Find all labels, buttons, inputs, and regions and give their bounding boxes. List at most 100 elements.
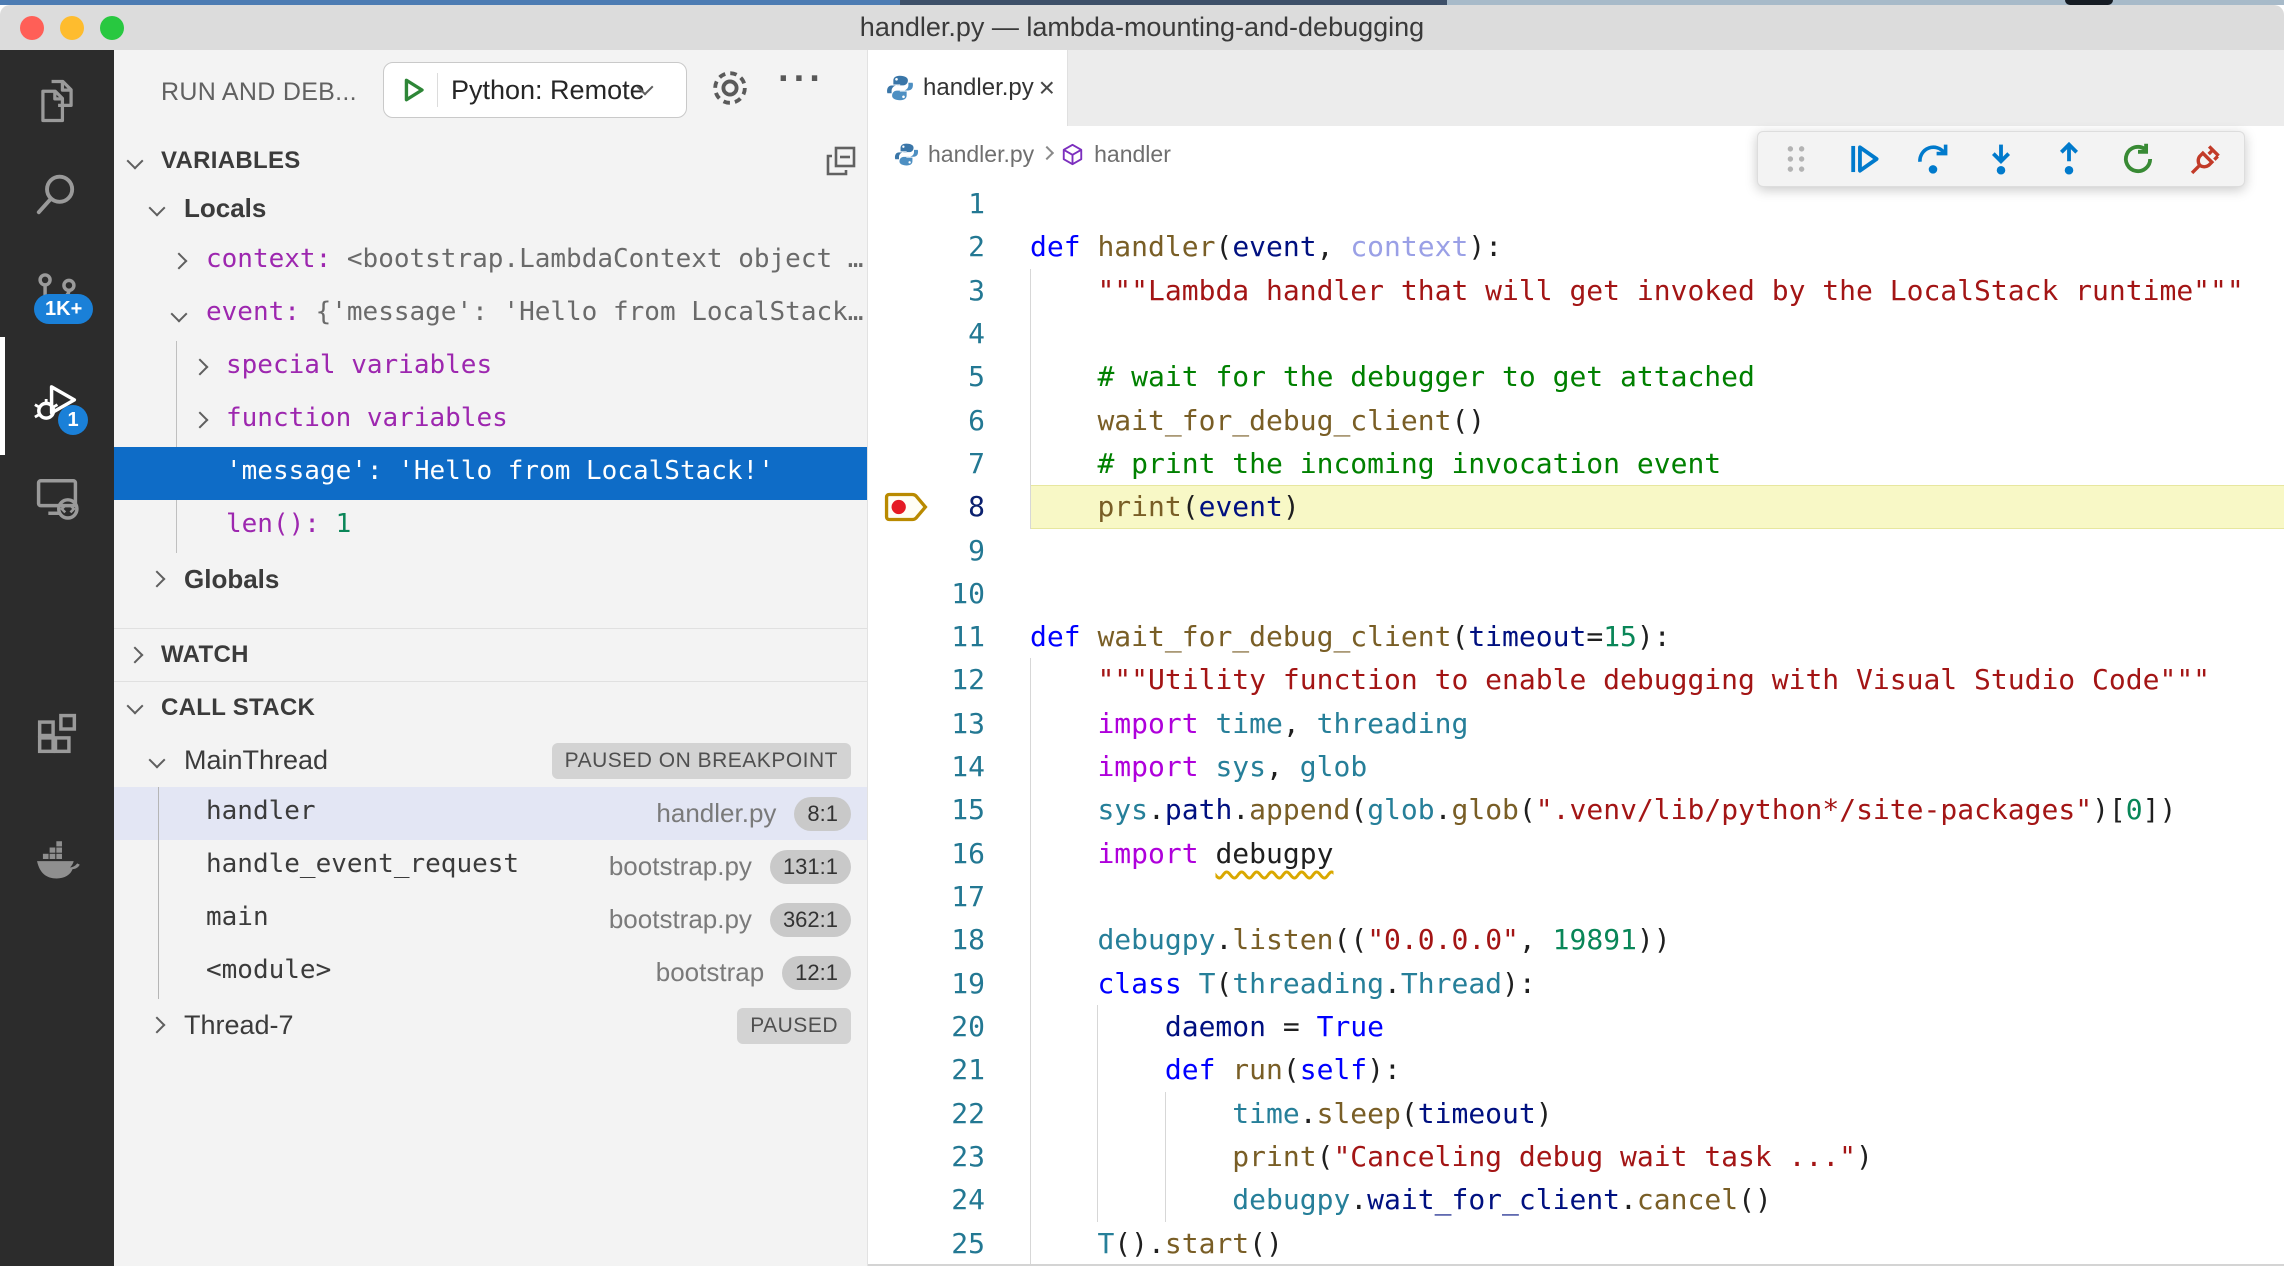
editor-gutter[interactable]: 8	[868, 485, 1030, 528]
stack-frame-row[interactable]: handle_event_requestbootstrap.py131:1	[114, 840, 867, 893]
editor-gutter[interactable]: 1	[868, 182, 1030, 225]
code-editor[interactable]: 12def handler(event, context):3 """Lambd…	[868, 182, 2284, 1266]
code-line-content[interactable]: import debugpy	[1030, 832, 2284, 875]
editor-gutter[interactable]: 21	[868, 1048, 1030, 1091]
editor-gutter[interactable]: 11	[868, 615, 1030, 658]
drag-handle-icon[interactable]	[1778, 141, 1814, 177]
editor-gutter[interactable]: 14	[868, 745, 1030, 788]
editor-gutter[interactable]: 6	[868, 399, 1030, 442]
variable-row[interactable]: Locals	[114, 182, 867, 235]
breakpoint-current-line-icon[interactable]	[884, 489, 930, 525]
variable-row[interactable]: Globals	[114, 553, 867, 606]
variables-section-header[interactable]: VARIABLES	[114, 140, 867, 182]
close-tab-icon[interactable]: ×	[1039, 74, 1055, 102]
code-line[interactable]: 15 sys.path.append(glob.glob(".venv/lib/…	[868, 788, 2284, 831]
code-line[interactable]: 21 def run(self):	[868, 1048, 2284, 1091]
code-line-content[interactable]: import sys, glob	[1030, 745, 2284, 788]
code-line-content[interactable]: daemon = True	[1030, 1005, 2284, 1048]
code-line-content[interactable]: # wait for the debugger to get attached	[1030, 355, 2284, 398]
editor-gutter[interactable]: 7	[868, 442, 1030, 485]
code-line-content[interactable]: time.sleep(timeout)	[1030, 1092, 2284, 1135]
variable-row[interactable]: special variables	[114, 341, 867, 394]
variable-row[interactable]: len(): 1	[114, 500, 867, 553]
code-line[interactable]: 18 debugpy.listen(("0.0.0.0", 19891))	[868, 918, 2284, 961]
editor-gutter[interactable]: 15	[868, 788, 1030, 831]
debug-step-out-button[interactable]	[2051, 141, 2087, 177]
code-line[interactable]: 9	[868, 529, 2284, 572]
code-line-content[interactable]	[1030, 572, 2284, 615]
editor-gutter[interactable]: 18	[868, 918, 1030, 961]
debug-step-into-button[interactable]	[1983, 141, 2019, 177]
debug-restart-button[interactable]	[2120, 141, 2156, 177]
code-line[interactable]: 8 print(event)	[868, 485, 2284, 528]
launch-config-dropdown[interactable]: Python: Remote	[383, 62, 687, 118]
code-line[interactable]: 20 daemon = True	[868, 1005, 2284, 1048]
code-line-content[interactable]: def handler(event, context):	[1030, 225, 2284, 268]
code-line[interactable]: 5 # wait for the debugger to get attache…	[868, 355, 2284, 398]
code-line[interactable]: 2def handler(event, context):	[868, 225, 2284, 268]
code-line[interactable]: 23 print("Canceling debug wait task ..."…	[868, 1135, 2284, 1178]
code-line[interactable]: 3 """Lambda handler that will get invoke…	[868, 269, 2284, 312]
variable-row[interactable]: function variables	[114, 394, 867, 447]
activity-item-docker[interactable]	[0, 829, 114, 889]
call-stack-section-header[interactable]: CALL STACK	[114, 681, 867, 733]
activity-item-remote-explorer[interactable]	[0, 467, 114, 527]
code-line[interactable]: 10	[868, 572, 2284, 615]
code-line-content[interactable]	[1030, 529, 2284, 572]
collapse-all-icon[interactable]	[825, 145, 857, 177]
breadcrumb-file[interactable]: handler.py	[928, 141, 1034, 168]
more-actions-icon[interactable]: ···	[778, 58, 825, 101]
code-line[interactable]: 13 import time, threading	[868, 702, 2284, 745]
stack-frame-row[interactable]: <module>bootstrap12:1	[114, 946, 867, 999]
variable-row[interactable]: event: {'message': 'Hello from LocalStac…	[114, 288, 867, 341]
editor-gutter[interactable]: 17	[868, 875, 1030, 918]
settings-gear-icon[interactable]	[708, 66, 752, 110]
editor-gutter[interactable]: 20	[868, 1005, 1030, 1048]
code-line-content[interactable]: sys.path.append(glob.glob(".venv/lib/pyt…	[1030, 788, 2284, 831]
activity-item-explorer[interactable]	[0, 71, 114, 131]
code-line[interactable]: 1	[868, 182, 2284, 225]
code-line-content[interactable]: """Lambda handler that will get invoked …	[1030, 269, 2284, 312]
editor-gutter[interactable]: 2	[868, 225, 1030, 268]
breadcrumb-symbol[interactable]: handler	[1094, 141, 1171, 168]
editor-gutter[interactable]: 9	[868, 529, 1030, 572]
editor-gutter[interactable]: 19	[868, 962, 1030, 1005]
code-line[interactable]: 4	[868, 312, 2284, 355]
tab-handler-py[interactable]: handler.py ×	[868, 50, 1068, 126]
editor-gutter[interactable]: 13	[868, 702, 1030, 745]
code-line-content[interactable]	[1030, 182, 2284, 225]
code-line-content[interactable]: import time, threading	[1030, 702, 2284, 745]
code-line-content[interactable]: wait_for_debug_client()	[1030, 399, 2284, 442]
code-line-content[interactable]: # print the incoming invocation event	[1030, 442, 2284, 485]
watch-section-header[interactable]: WATCH	[114, 628, 867, 680]
code-line[interactable]: 7 # print the incoming invocation event	[868, 442, 2284, 485]
code-line-content[interactable]: T().start()	[1030, 1222, 2284, 1265]
code-line-content[interactable]: debugpy.wait_for_client.cancel()	[1030, 1178, 2284, 1221]
editor-gutter[interactable]: 10	[868, 572, 1030, 615]
variable-row[interactable]: 'message': 'Hello from LocalStack!'	[114, 447, 867, 500]
editor-gutter[interactable]: 23	[868, 1135, 1030, 1178]
code-line[interactable]: 22 time.sleep(timeout)	[868, 1092, 2284, 1135]
code-line-content[interactable]: debugpy.listen(("0.0.0.0", 19891))	[1030, 918, 2284, 961]
activity-item-run-and-debug[interactable]: 1	[0, 371, 114, 431]
code-line-content[interactable]: def wait_for_debug_client(timeout=15):	[1030, 615, 2284, 658]
code-line-content[interactable]: """Utility function to enable debugging …	[1030, 658, 2284, 701]
code-line[interactable]: 14 import sys, glob	[868, 745, 2284, 788]
code-line-content[interactable]: def run(self):	[1030, 1048, 2284, 1091]
editor-gutter[interactable]: 24	[868, 1178, 1030, 1221]
debug-disconnect-button[interactable]	[2188, 141, 2224, 177]
code-line[interactable]: 19 class T(threading.Thread):	[868, 962, 2284, 1005]
editor-gutter[interactable]: 25	[868, 1222, 1030, 1265]
activity-item-search[interactable]	[0, 164, 114, 224]
editor-gutter[interactable]: 16	[868, 832, 1030, 875]
code-line[interactable]: 17	[868, 875, 2284, 918]
activity-item-extensions[interactable]	[0, 704, 114, 764]
code-line-content[interactable]	[1030, 312, 2284, 355]
start-debugging-icon[interactable]	[398, 75, 428, 105]
code-line[interactable]: 25 T().start()	[868, 1222, 2284, 1265]
editor-gutter[interactable]: 4	[868, 312, 1030, 355]
code-line-content[interactable]: print(event)	[1030, 485, 2284, 528]
code-line[interactable]: 6 wait_for_debug_client()	[868, 399, 2284, 442]
thread-row[interactable]: MainThreadPAUSED ON BREAKPOINT	[114, 734, 867, 787]
code-line-content[interactable]: print("Canceling debug wait task ...")	[1030, 1135, 2284, 1178]
